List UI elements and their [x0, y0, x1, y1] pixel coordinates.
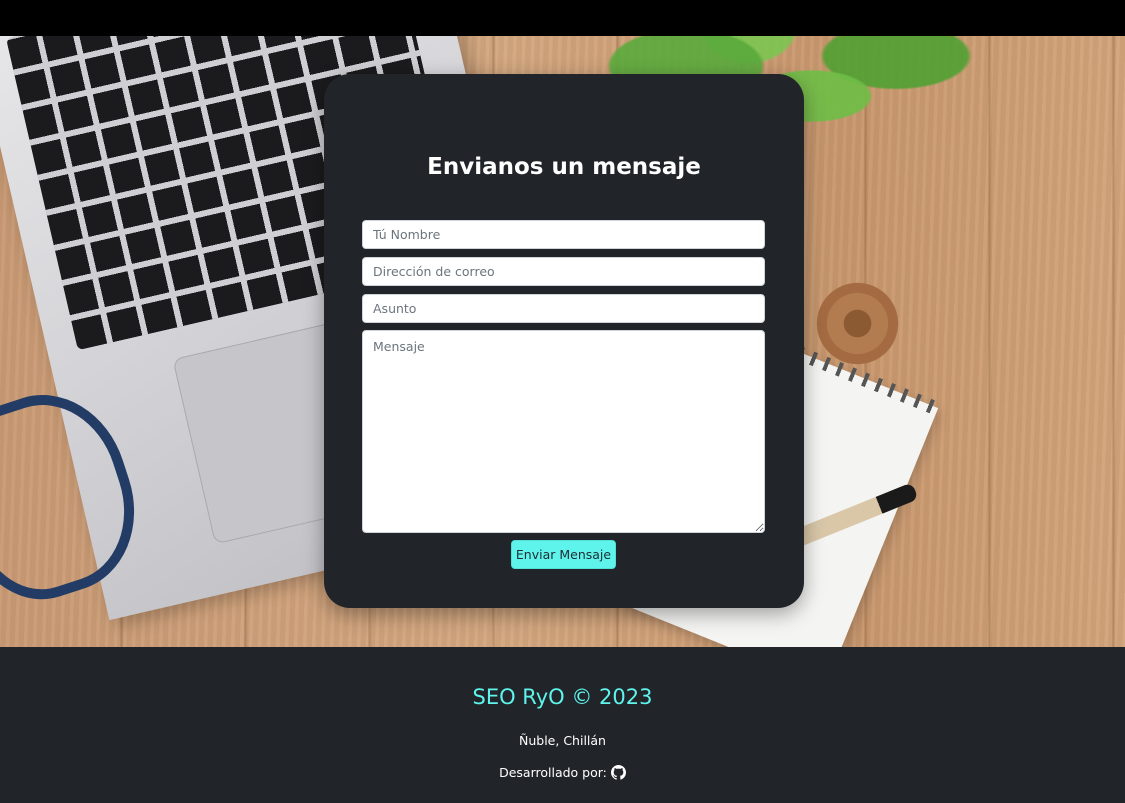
footer-developed-by: Desarrollado por: [0, 765, 1125, 780]
contact-form-card: Envianos un mensaje Enviar Mensaje [324, 74, 804, 608]
form-title: Envianos un mensaje [427, 154, 701, 180]
github-icon[interactable] [610, 765, 626, 780]
footer: SEO RyO © 2023 Ñuble, Chillán Desarrolla… [0, 647, 1125, 803]
developed-by-label: Desarrollado por: [499, 765, 607, 780]
footer-brand: SEO RyO © 2023 [472, 685, 653, 709]
message-textarea[interactable] [362, 330, 765, 533]
subject-input[interactable] [362, 294, 765, 323]
name-input[interactable] [362, 220, 765, 249]
top-navbar [0, 0, 1125, 36]
send-message-button[interactable]: Enviar Mensaje [511, 540, 616, 569]
email-input[interactable] [362, 257, 765, 286]
footer-location: Ñuble, Chillán [519, 733, 606, 748]
